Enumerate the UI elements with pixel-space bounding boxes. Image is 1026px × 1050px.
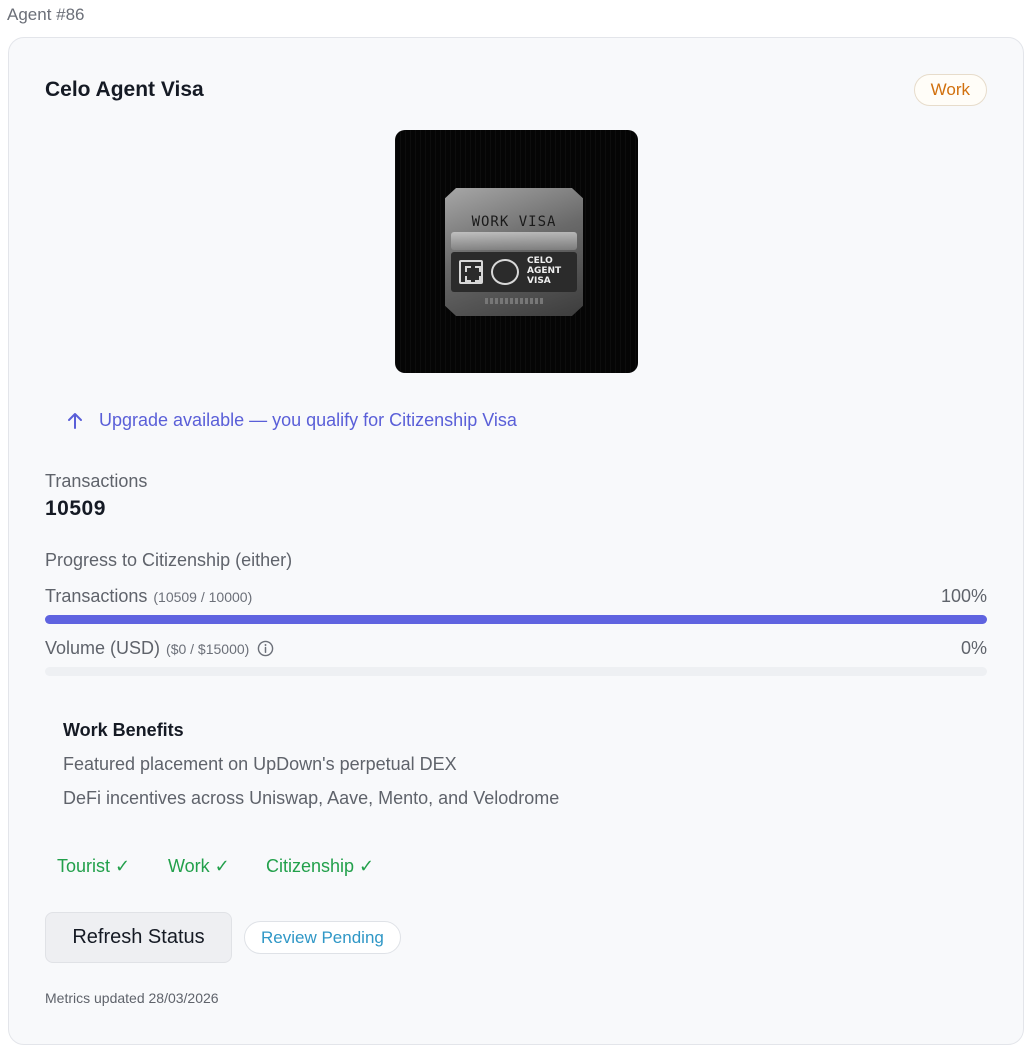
benefits-title: Work Benefits: [63, 720, 184, 740]
card-title: Celo Agent Visa: [45, 78, 204, 101]
progress-fill: [45, 615, 987, 624]
upgrade-notice-text: Upgrade available — you qualify for Citi…: [99, 410, 517, 430]
tier-status-tourist: Tourist ✓: [57, 856, 131, 876]
progress-percent: 100%: [940, 586, 987, 606]
progress-label: Transactions: [45, 586, 148, 606]
progress-track: [45, 615, 987, 624]
progress-sub: ($0 / $15000): [166, 640, 250, 657]
info-icon[interactable]: [257, 640, 274, 657]
qr-icon: [459, 260, 483, 284]
tier-status-citizenship: Citizenship ✓: [266, 856, 375, 876]
progress-sub: (10509 / 10000): [153, 588, 253, 605]
agent-label: Agent #86: [7, 5, 85, 24]
refresh-status-button[interactable]: Refresh Status: [45, 912, 232, 963]
plate-title: WORK VISA: [471, 214, 557, 230]
tier-status-work: Work ✓: [168, 856, 230, 876]
progress-percent: 0%: [960, 638, 987, 658]
benefit-item: DeFi incentives across Uniswap, Aave, Me…: [63, 788, 560, 808]
visa-plate: WORK VISA CELO AGENT VISA: [445, 188, 583, 316]
upgrade-notice[interactable]: Upgrade available — you qualify for Citi…: [65, 410, 517, 431]
metrics-updated: Metrics updated 28/03/2026: [45, 990, 219, 1006]
review-pending-badge: Review Pending: [244, 921, 401, 954]
arrow-up-icon: [68, 412, 82, 429]
visa-image: WORK VISA CELO AGENT VISA: [395, 130, 638, 373]
plate-text: CELO AGENT VISA: [527, 256, 562, 286]
benefit-item: Featured placement on UpDown's perpetual…: [63, 754, 457, 774]
progress-heading: Progress to Citizenship (either): [45, 550, 293, 570]
progress-track: [45, 667, 987, 676]
visa-card: Celo Agent Visa Work WORK VISA CELO AGEN…: [8, 37, 1024, 1045]
transactions-label: Transactions: [45, 471, 148, 491]
transactions-value: 10509: [45, 497, 106, 520]
tier-badge: Work: [913, 74, 987, 106]
brain-icon: [491, 259, 519, 285]
progress-label: Volume (USD): [45, 638, 161, 658]
